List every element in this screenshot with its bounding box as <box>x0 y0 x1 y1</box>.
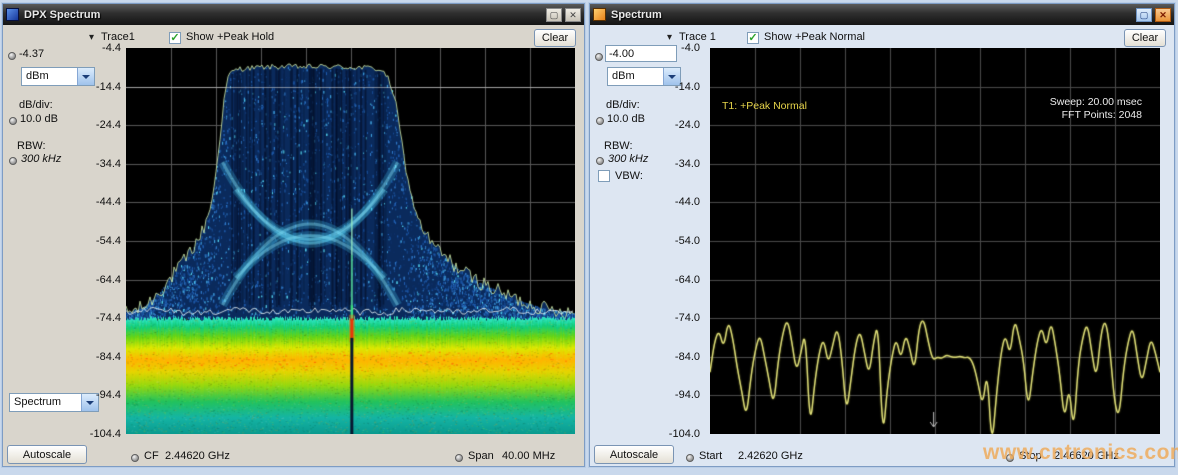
start-knob-icon[interactable] <box>686 454 694 462</box>
rbw-knob-icon[interactable] <box>9 157 17 165</box>
rbw-label: RBW: <box>604 140 633 152</box>
span-label: Span <box>468 450 494 462</box>
dpx-window-title: DPX Spectrum <box>24 9 100 21</box>
show-checkbox[interactable]: ✓ <box>169 32 181 44</box>
rbw-value[interactable]: 300 kHz <box>21 153 61 165</box>
ref-level-knob-icon[interactable] <box>595 53 603 61</box>
y-tick-label: -4.0 <box>681 42 700 54</box>
spectrum-titlebar[interactable]: Spectrum ▢ ✕ <box>590 4 1174 25</box>
trace-mode-label: +Peak Hold <box>217 31 274 43</box>
span-knob-icon[interactable] <box>455 454 463 462</box>
dpx-app-icon <box>6 8 19 21</box>
vbw-checkbox[interactable]: ✓ <box>598 170 610 182</box>
clear-button[interactable]: Clear <box>1124 29 1166 47</box>
dpx-close-button[interactable]: ✕ <box>565 8 581 22</box>
spectrum-window: Spectrum ▢ ✕ ▾ Trace 1 ✓ Show +Peak Norm… <box>589 3 1175 467</box>
db-div-label: dB/div: <box>19 99 53 111</box>
trace-info-annotation: T1: +Peak Normal <box>722 100 807 112</box>
y-tick-label: -44.0 <box>675 196 700 208</box>
chevron-down-icon[interactable]: ▾ <box>667 32 672 43</box>
clear-button[interactable]: Clear <box>534 29 576 47</box>
units-value: dBm <box>612 70 635 82</box>
cf-knob-icon[interactable] <box>131 454 139 462</box>
trace-mode-label: +Peak Normal <box>795 31 865 43</box>
y-tick-label: -54.0 <box>675 235 700 247</box>
show-label: Show <box>764 31 792 43</box>
autoscale-button[interactable]: Autoscale <box>594 445 674 464</box>
start-value[interactable]: 2.42620 GHz <box>738 450 803 462</box>
rbw-knob-icon[interactable] <box>596 157 604 165</box>
dpx-maximize-button[interactable]: ▢ <box>546 8 562 22</box>
y-tick-label: -14.0 <box>675 81 700 93</box>
rbw-label: RBW: <box>17 140 46 152</box>
y-tick-label: -104.0 <box>669 428 700 440</box>
db-div-label: dB/div: <box>606 99 640 111</box>
spectrum-app-icon <box>593 8 606 21</box>
y-tick-label: -44.4 <box>96 196 121 208</box>
display-mode-value: Spectrum <box>14 396 61 408</box>
spectrum-y-axis: -4.0 -14.0 -24.0 -34.0 -44.0 -54.0 -64.0… <box>638 48 700 434</box>
dpx-spectrum-window: DPX Spectrum ▢ ✕ ▾ Trace1 ✓ Show +Peak H… <box>2 3 585 467</box>
db-div-value[interactable]: 10.0 dB <box>20 113 58 125</box>
y-tick-label: -24.4 <box>96 119 121 131</box>
y-tick-label: -84.4 <box>96 351 121 363</box>
y-tick-label: -34.0 <box>675 158 700 170</box>
spectrum-maximize-button[interactable]: ▢ <box>1136 8 1152 22</box>
spectrum-close-button[interactable]: ✕ <box>1155 8 1171 22</box>
db-div-knob-icon[interactable] <box>9 117 17 125</box>
chevron-down-icon[interactable]: ▾ <box>89 32 94 43</box>
watermark: www.cntronics.com <box>983 441 1178 465</box>
db-div-knob-icon[interactable] <box>596 117 604 125</box>
dpx-titlebar[interactable]: DPX Spectrum ▢ ✕ <box>3 4 584 25</box>
start-label: Start <box>699 450 722 462</box>
dpx-y-axis: -4.4 -14.4 -24.4 -34.4 -44.4 -54.4 -64.4… <box>59 48 121 434</box>
sweep-info-annotation: Sweep: 20.00 msec FFT Points: 2048 <box>1050 96 1142 122</box>
y-tick-label: -14.4 <box>96 81 121 93</box>
y-tick-label: -34.4 <box>96 158 121 170</box>
y-tick-label: -54.4 <box>96 235 121 247</box>
y-tick-label: -104.4 <box>90 428 121 440</box>
y-tick-label: -64.0 <box>675 274 700 286</box>
show-checkbox[interactable]: ✓ <box>747 32 759 44</box>
y-tick-label: -74.4 <box>96 312 121 324</box>
y-tick-label: -24.0 <box>675 119 700 131</box>
ref-level-value[interactable]: -4.37 <box>19 48 44 60</box>
y-tick-label: -4.4 <box>102 42 121 54</box>
dpx-plot-canvas[interactable] <box>126 48 575 434</box>
cf-value[interactable]: 2.44620 GHz <box>165 450 230 462</box>
show-label: Show <box>186 31 214 43</box>
units-value: dBm <box>26 70 49 82</box>
y-tick-label: -94.0 <box>675 389 700 401</box>
spectrum-window-title: Spectrum <box>611 9 662 21</box>
span-value[interactable]: 40.00 MHz <box>502 450 555 462</box>
y-tick-label: -74.0 <box>675 312 700 324</box>
sweep-value: Sweep: 20.00 msec <box>1050 96 1142 109</box>
fft-points-value: FFT Points: 2048 <box>1050 109 1142 122</box>
y-tick-label: -84.0 <box>675 351 700 363</box>
cf-label: CF <box>144 450 159 462</box>
ref-level-knob-icon[interactable] <box>8 52 16 60</box>
y-tick-label: -64.4 <box>96 274 121 286</box>
y-tick-label: -94.4 <box>96 389 121 401</box>
autoscale-button[interactable]: Autoscale <box>7 445 87 464</box>
